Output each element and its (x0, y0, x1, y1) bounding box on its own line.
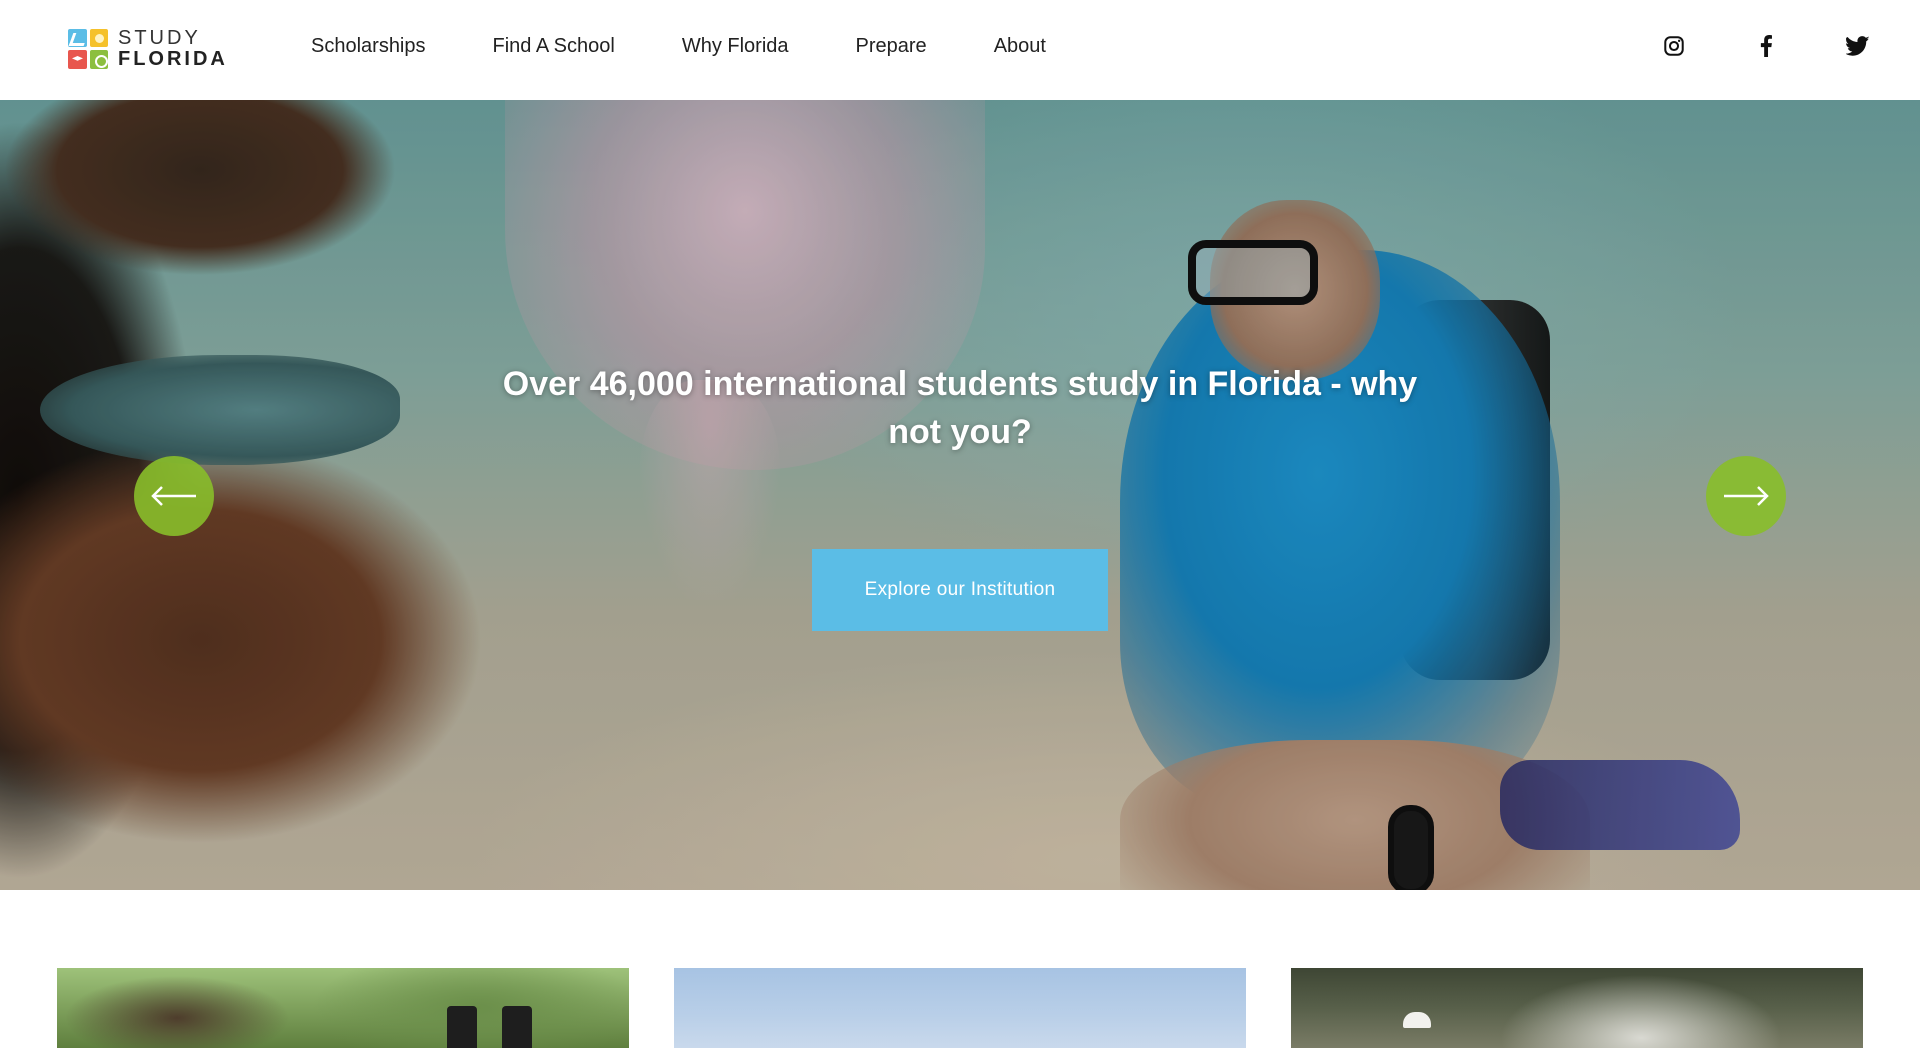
arrow-left-icon (151, 486, 196, 506)
twitter-icon[interactable] (1844, 32, 1872, 60)
arrow-right-icon (1724, 486, 1769, 506)
featured-card-sky[interactable] (674, 968, 1246, 1048)
nav-item-find-a-school[interactable]: Find A School (493, 35, 615, 58)
logo-mark-icon (68, 28, 108, 69)
facebook-icon[interactable] (1752, 32, 1780, 60)
study-florida-logo[interactable]: STUDY FLORIDA (68, 28, 228, 69)
instagram-icon[interactable] (1660, 32, 1688, 60)
social-links (1596, 32, 1872, 60)
hero-slider: Over 46,000 international students study… (0, 100, 1920, 890)
featured-cards (0, 890, 1920, 1048)
nav-item-prepare[interactable]: Prepare (856, 35, 927, 58)
site-header: STUDY FLORIDA Scholarships Find A School… (0, 0, 1920, 100)
main-nav: Scholarships Find A School Why Florida P… (311, 0, 1113, 92)
hero-heading: Over 46,000 international students study… (502, 365, 1418, 451)
explore-institution-button[interactable]: Explore our Institution (812, 549, 1108, 631)
nav-item-about[interactable]: About (994, 35, 1046, 58)
featured-card-campus-trees[interactable] (57, 968, 629, 1048)
featured-card-oak-trees[interactable] (1291, 968, 1863, 1048)
slider-next-button[interactable] (1706, 456, 1786, 536)
nav-item-why-florida[interactable]: Why Florida (682, 35, 789, 58)
nav-item-scholarships[interactable]: Scholarships (311, 35, 426, 58)
slider-prev-button[interactable] (134, 456, 214, 536)
logo-line-study: STUDY (118, 27, 201, 49)
logo-line-florida: FLORIDA (118, 48, 228, 70)
